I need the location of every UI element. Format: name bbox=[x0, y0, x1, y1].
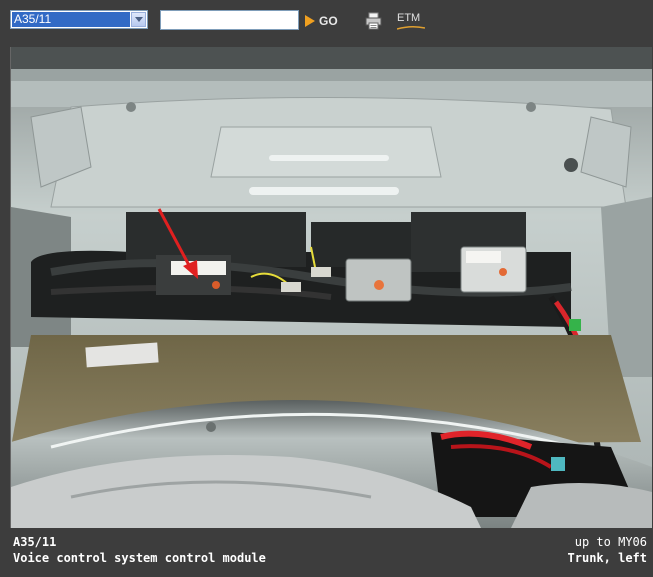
go-button[interactable]: GO bbox=[305, 11, 338, 31]
etm-underline-icon bbox=[397, 25, 425, 30]
component-code: A35/11 bbox=[13, 535, 57, 549]
model-year-validity: up to MY06 bbox=[574, 535, 647, 549]
play-arrow-icon bbox=[305, 15, 315, 27]
toolbar: A35/11 GO ETM bbox=[0, 0, 653, 42]
caption-bar: A35/11 Voice control system control modu… bbox=[0, 528, 653, 577]
chevron-down-icon[interactable] bbox=[131, 12, 146, 27]
component-select[interactable]: A35/11 bbox=[10, 10, 148, 29]
print-button[interactable] bbox=[364, 12, 384, 34]
component-select-value[interactable]: A35/11 bbox=[12, 12, 130, 27]
component-description: Voice control system control module bbox=[13, 551, 266, 565]
etm-link[interactable]: ETM bbox=[397, 12, 425, 30]
trunk-photo-illustration bbox=[11, 47, 652, 528]
go-label: GO bbox=[319, 14, 338, 28]
etm-label: ETM bbox=[397, 12, 421, 24]
print-icon bbox=[365, 12, 382, 30]
component-location: Trunk, left bbox=[567, 551, 647, 565]
component-photo bbox=[10, 47, 652, 528]
search-input[interactable] bbox=[160, 10, 299, 30]
